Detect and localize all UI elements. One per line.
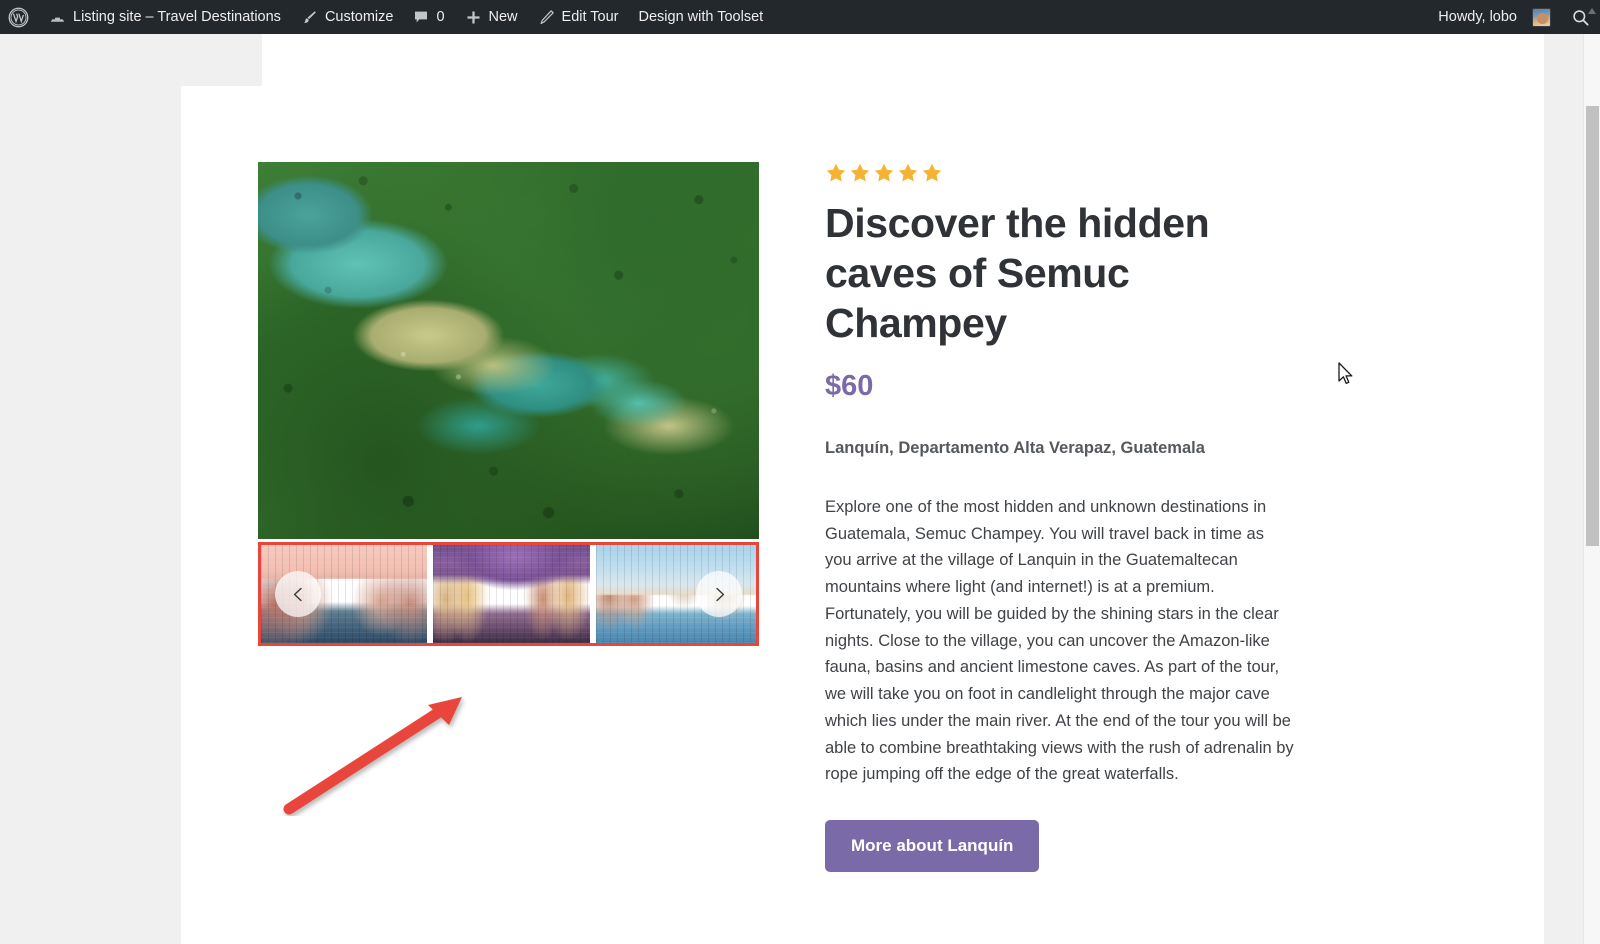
adminbar-howdy-label: Howdy, lobo [1438, 9, 1517, 25]
adminbar-my-account[interactable]: Howdy, lobo [1430, 0, 1561, 34]
listing-details: Discover the hidden caves of Semuc Champ… [825, 162, 1305, 872]
chevron-left-icon [290, 586, 307, 603]
gallery-thumbnail-2[interactable] [433, 545, 590, 643]
more-about-button[interactable]: More about Lanquín [825, 819, 1040, 872]
adminbar-site-name[interactable]: Listing site – Travel Destinations [39, 0, 291, 34]
gallery-thumbnail-strip [261, 545, 756, 643]
scroll-up-arrow-icon[interactable] [1585, 4, 1598, 18]
dashboard-speedometer-icon [49, 9, 66, 26]
avatar [1532, 7, 1551, 27]
chevron-right-icon [711, 586, 728, 603]
wordpress-logo-icon [8, 7, 29, 28]
wp-admin-bar: Listing site – Travel Destinations Custo… [0, 0, 1600, 34]
adminbar-new[interactable]: New [455, 0, 528, 34]
adminbar-edit-tour-label: Edit Tour [561, 9, 619, 25]
adminbar-new-label: New [488, 9, 518, 25]
adminbar-comments-count: 0 [436, 9, 445, 25]
adminbar-edit-tour[interactable]: Edit Tour [528, 0, 629, 34]
adminbar-site-name-label: Listing site – Travel Destinations [73, 9, 281, 25]
gallery-thumbnail-2-texture [433, 545, 590, 643]
carousel-next-button[interactable] [696, 571, 742, 617]
carousel-prev-button[interactable] [275, 571, 321, 617]
comment-bubble-icon [413, 9, 429, 25]
listing-price: $60 [825, 370, 874, 403]
adminbar-customize-label: Customize [324, 9, 394, 25]
page-scrollbar[interactable] [1583, 34, 1600, 944]
plus-icon [465, 9, 482, 26]
star-filled-icon [897, 162, 919, 184]
page-viewport: Discover the hidden caves of Semuc Champ… [0, 34, 1600, 944]
adminbar-design-with-toolset[interactable]: Design with Toolset [629, 0, 774, 34]
star-rating [825, 162, 1305, 184]
adminbar-toolset-label: Design with Toolset [638, 9, 764, 25]
adminbar-wordpress-logo[interactable] [0, 0, 39, 34]
scrollbar-thumb[interactable] [1586, 106, 1599, 546]
star-filled-icon [873, 162, 895, 184]
hero-image-texture [258, 162, 759, 539]
hero-image[interactable] [258, 162, 759, 539]
listing-gallery [258, 162, 759, 646]
adminbar-right-group: Howdy, lobo [1430, 0, 1600, 34]
gallery-thumbnail-carousel[interactable] [258, 542, 759, 646]
listing-location: Lanquín, Departamento Alta Verapaz, Guat… [825, 439, 1205, 458]
listing-description: Explore one of the most hidden and unkno… [825, 498, 1294, 784]
adminbar-comments[interactable]: 0 [403, 0, 454, 34]
paintbrush-icon [301, 9, 318, 26]
page-title: Discover the hidden caves of Semuc Champ… [825, 200, 1210, 347]
star-filled-icon [921, 162, 943, 184]
listing-content-card: Discover the hidden caves of Semuc Champ… [181, 86, 1370, 944]
pencil-icon [538, 9, 555, 26]
adminbar-customize[interactable]: Customize [291, 0, 404, 34]
star-filled-icon [849, 162, 871, 184]
red-pointer-arrow-icon [281, 671, 496, 816]
star-filled-icon [825, 162, 847, 184]
